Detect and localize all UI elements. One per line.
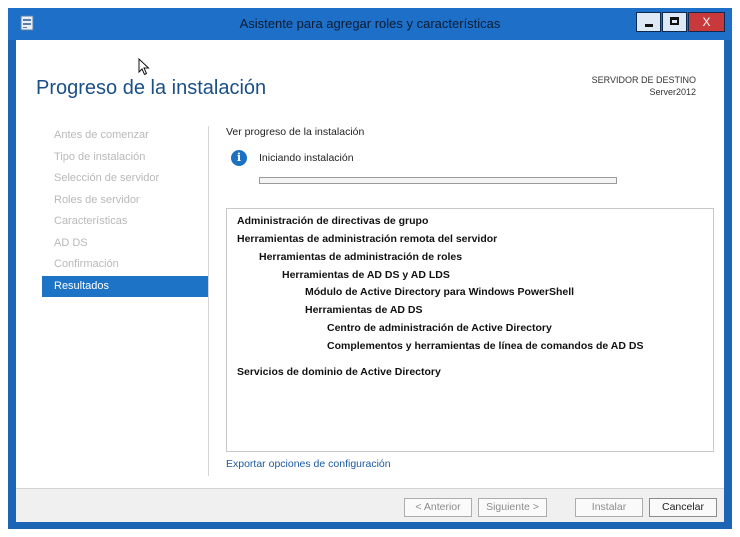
title-bar[interactable]: Asistente para agregar roles y caracterí… — [8, 8, 732, 40]
maximize-button[interactable] — [662, 12, 687, 32]
previous-button[interactable]: < Anterior — [404, 498, 472, 517]
nav-item-confirmacion[interactable]: Confirmación — [42, 254, 208, 276]
list-item: Herramientas de AD DS — [305, 304, 423, 316]
page-title: Progreso de la instalación — [36, 77, 267, 99]
install-status-text: Iniciando instalación — [259, 152, 354, 164]
nav-item-resultados[interactable]: Resultados — [42, 275, 208, 297]
list-item: Complementos y herramientas de línea de … — [327, 340, 644, 352]
close-button[interactable]: X — [688, 12, 725, 32]
destination-server-label: SERVIDOR DE DESTINO — [591, 75, 696, 85]
wizard-window: Asistente para agregar roles y caracterí… — [8, 8, 732, 529]
nav-item-tipo-de-instalacion[interactable]: Tipo de instalación — [42, 147, 208, 169]
list-item: Centro de administración de Active Direc… — [327, 322, 552, 334]
nav-item-ad-ds[interactable]: AD DS — [42, 233, 208, 255]
list-item: Servicios de dominio de Active Directory — [237, 366, 441, 378]
list-item: Administración de directivas de grupo — [237, 215, 429, 227]
nav-item-roles-de-servidor[interactable]: Roles de servidor — [42, 190, 208, 212]
list-item: Herramientas de administración de roles — [259, 251, 463, 263]
install-progress-bar — [259, 177, 617, 184]
window-title: Asistente para agregar roles y caracterí… — [239, 16, 501, 31]
destination-server-name: Server2012 — [649, 87, 696, 97]
wizard-nav: Antes de comenzar Tipo de instalación Se… — [42, 125, 208, 297]
list-item: Herramientas de AD DS y AD LDS — [282, 269, 450, 281]
wizard-content: Progreso de la instalación SERVIDOR DE D… — [16, 40, 724, 522]
features-list[interactable]: Administración de directivas de grupo He… — [226, 208, 714, 452]
nav-item-seleccion-de-servidor[interactable]: Selección de servidor — [42, 168, 208, 190]
button-bar: < Anterior Siguiente > Instalar Cancelar — [16, 488, 724, 522]
export-settings-link[interactable]: Exportar opciones de configuración — [226, 458, 391, 470]
info-icon: i — [231, 150, 247, 166]
minimize-icon — [645, 24, 653, 27]
section-heading: Ver progreso de la instalación — [226, 126, 365, 138]
nav-item-antes-de-comenzar[interactable]: Antes de comenzar — [42, 125, 208, 147]
cancel-button[interactable]: Cancelar — [649, 498, 717, 517]
minimize-button[interactable] — [636, 12, 661, 32]
maximize-icon — [670, 17, 679, 25]
close-icon: X — [702, 15, 711, 29]
nav-item-caracteristicas[interactable]: Características — [42, 211, 208, 233]
next-button[interactable]: Siguiente > — [478, 498, 547, 517]
nav-divider — [208, 126, 209, 476]
mouse-pointer-icon — [138, 58, 150, 76]
install-button[interactable]: Instalar — [575, 498, 643, 517]
list-item: Módulo de Active Directory para Windows … — [305, 286, 575, 298]
list-item: Herramientas de administración remota de… — [237, 233, 498, 245]
